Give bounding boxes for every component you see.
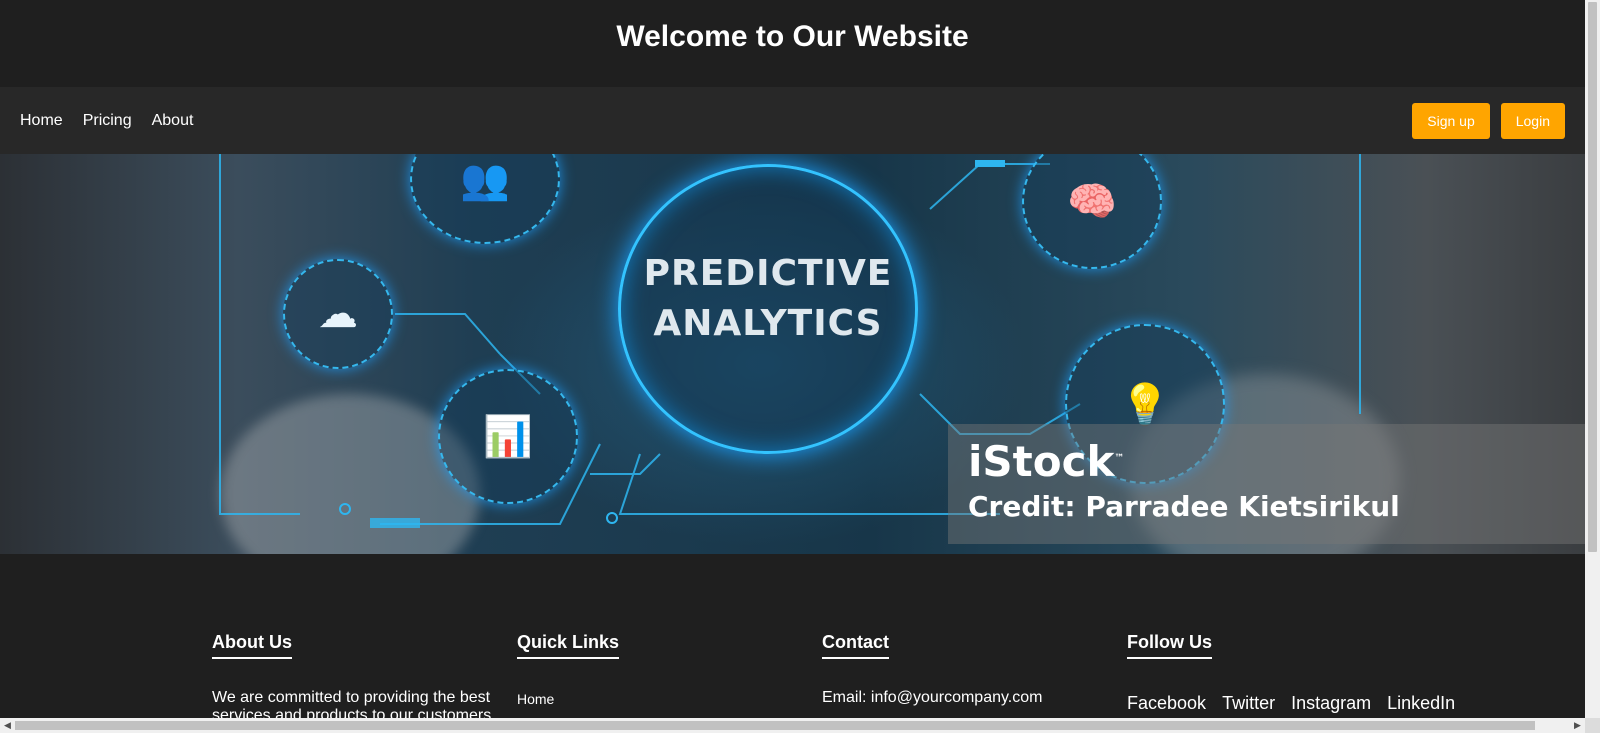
horizontal-scrollbar-thumb[interactable] <box>15 721 1535 730</box>
social-link-twitter[interactable]: Twitter <box>1222 693 1275 714</box>
footer-follow-heading: Follow Us <box>1127 632 1212 659</box>
list-item: Home <box>517 691 802 709</box>
horizontal-scrollbar[interactable]: ◀ ▶ <box>0 718 1585 733</box>
vertical-scrollbar[interactable] <box>1585 0 1600 718</box>
footer-follow: Follow Us Facebook Twitter Instagram Lin… <box>1127 632 1467 714</box>
istock-label: iStock <box>968 437 1115 486</box>
footer-contact: Contact Email: info@yourcompany.com <box>822 632 1107 707</box>
social-link-facebook[interactable]: Facebook <box>1127 693 1206 714</box>
nav-link-about[interactable]: About <box>152 112 194 130</box>
social-link-instagram[interactable]: Instagram <box>1291 693 1371 714</box>
site-header: Welcome to Our Website <box>0 0 1585 87</box>
scrollbar-corner <box>1585 718 1600 733</box>
footer-quick-links: Quick Links Home <box>517 632 802 709</box>
page: Welcome to Our Website Home Pricing Abou… <box>0 0 1585 718</box>
navbar: Home Pricing About Sign up Login <box>0 87 1585 154</box>
social-links: Facebook Twitter Instagram LinkedIn <box>1127 693 1467 714</box>
cloud-server-icon: ☁ <box>283 259 393 369</box>
signup-button[interactable]: Sign up <box>1412 102 1490 139</box>
scroll-left-icon[interactable]: ◀ <box>0 718 15 733</box>
footer-contact-email: Email: info@yourcompany.com <box>822 689 1043 706</box>
chart-search-icon: 📊 <box>438 369 578 504</box>
footer-link-home[interactable]: Home <box>517 691 554 707</box>
footer-about-heading: About Us <box>212 632 292 659</box>
nav-actions: Sign up Login <box>1412 102 1565 139</box>
nav-links: Home Pricing About <box>20 112 193 130</box>
nav-link-home[interactable]: Home <box>20 112 63 130</box>
site-footer: About Us We are committed to providing t… <box>0 554 1585 718</box>
istock-watermark: iStock™ <box>968 437 1124 486</box>
vertical-scrollbar-thumb[interactable] <box>1588 2 1597 552</box>
hero-title-line2: ANALYTICS <box>653 303 883 344</box>
footer-about-text: We are committed to providing the best s… <box>212 689 496 718</box>
trademark-mark: ™ <box>1114 453 1125 464</box>
hero-title-line1: PREDICTIVE <box>643 253 893 294</box>
hero-title: PREDICTIVE ANALYTICS <box>618 249 918 349</box>
nav-link-pricing[interactable]: Pricing <box>83 112 132 130</box>
scroll-right-icon[interactable]: ▶ <box>1570 718 1585 733</box>
footer-quick-links-list: Home <box>517 691 802 709</box>
login-button[interactable]: Login <box>1500 102 1565 139</box>
footer-about: About Us We are committed to providing t… <box>212 632 497 718</box>
photo-credit: Credit: Parradee Kietsirikul <box>968 490 1400 523</box>
hero-banner-image: 👥 🧠 ☁ 📊 💡 PREDICTIVE ANALYTICS iStock™ C… <box>0 154 1585 554</box>
page-title: Welcome to Our Website <box>616 19 969 53</box>
footer-contact-heading: Contact <box>822 632 889 659</box>
social-link-linkedin[interactable]: LinkedIn <box>1387 693 1455 714</box>
footer-quick-links-heading: Quick Links <box>517 632 620 659</box>
